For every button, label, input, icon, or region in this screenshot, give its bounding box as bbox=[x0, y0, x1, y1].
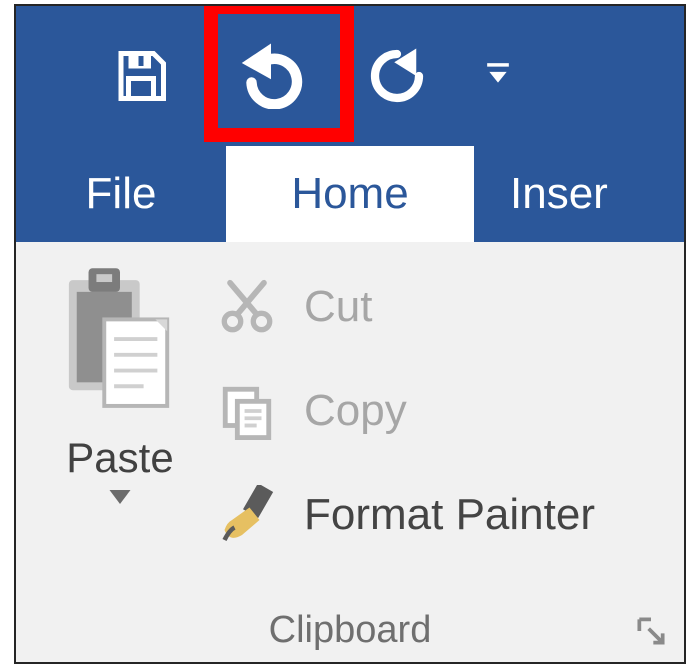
redo-icon bbox=[364, 43, 430, 109]
tab-file-label: File bbox=[86, 169, 157, 219]
format-painter-label: Format Painter bbox=[304, 490, 595, 540]
cut-label: Cut bbox=[304, 282, 372, 332]
save-icon bbox=[111, 46, 171, 106]
caret-down-icon bbox=[109, 490, 131, 509]
ribbon-panel-home: Paste bbox=[16, 242, 684, 662]
ribbon-tabs: File Home Inser bbox=[16, 146, 684, 242]
group-clipboard-label: Clipboard bbox=[16, 602, 684, 658]
undo-icon bbox=[232, 43, 310, 109]
scissors-icon bbox=[212, 278, 282, 336]
paste-label: Paste bbox=[44, 436, 196, 480]
cut-button[interactable]: Cut bbox=[212, 264, 666, 350]
copy-button[interactable]: Copy bbox=[212, 368, 666, 454]
dialog-launcher-icon bbox=[637, 617, 665, 650]
paintbrush-icon bbox=[212, 485, 282, 545]
paste-icon bbox=[61, 268, 179, 423]
word-ribbon-frame: File Home Inser bbox=[14, 4, 686, 664]
undo-button[interactable] bbox=[226, 31, 316, 121]
tab-file[interactable]: File bbox=[16, 146, 226, 242]
clipboard-dialog-launcher[interactable] bbox=[632, 614, 670, 652]
redo-button[interactable] bbox=[352, 31, 442, 121]
copy-label: Copy bbox=[304, 386, 407, 436]
customize-qat-button[interactable] bbox=[478, 61, 518, 92]
quick-access-toolbar bbox=[16, 6, 684, 146]
copy-icon bbox=[212, 382, 282, 440]
tab-insert-label: Inser bbox=[510, 169, 608, 219]
caret-down-icon bbox=[485, 61, 511, 92]
paste-split-button[interactable]: Paste bbox=[44, 260, 196, 509]
tab-insert[interactable]: Inser bbox=[474, 146, 684, 242]
tab-home[interactable]: Home bbox=[226, 146, 474, 242]
format-painter-button[interactable]: Format Painter bbox=[212, 472, 666, 558]
group-clipboard: Paste bbox=[16, 242, 684, 662]
paste-dropdown-caret[interactable] bbox=[44, 490, 196, 509]
save-button[interactable] bbox=[96, 31, 186, 121]
tab-home-label: Home bbox=[291, 169, 408, 219]
